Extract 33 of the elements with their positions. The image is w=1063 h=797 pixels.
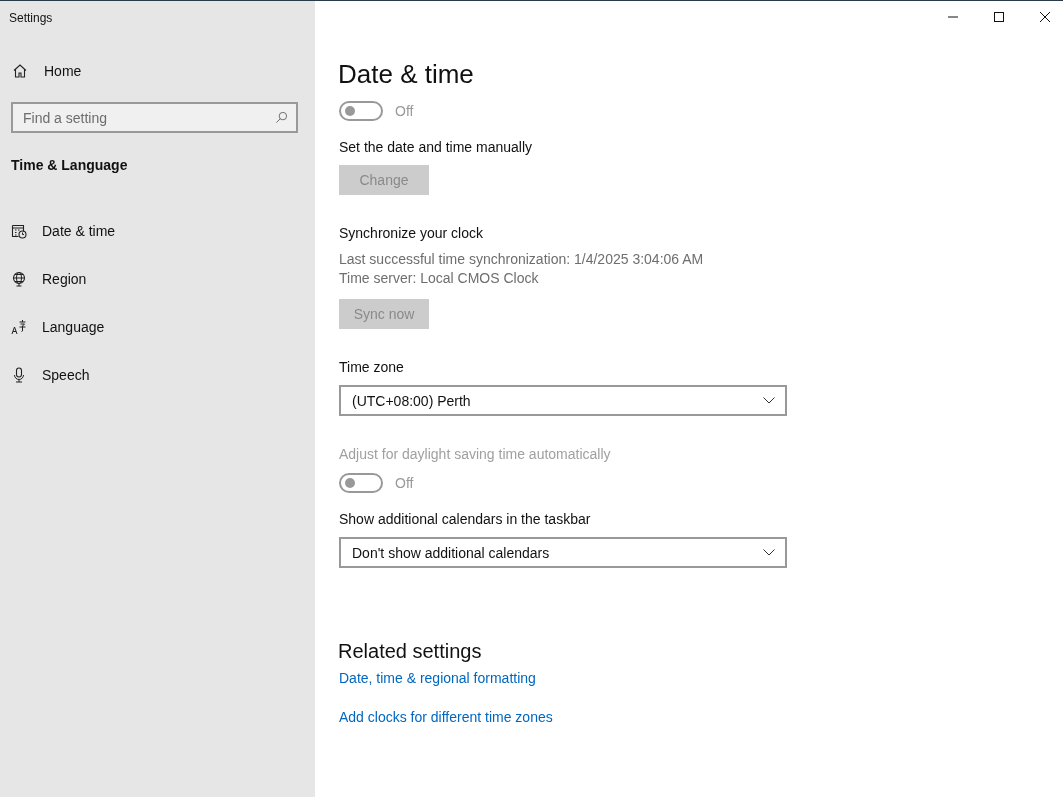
page-title: Date & time [338, 58, 474, 91]
nav-item[interactable]: Speech [11, 351, 90, 399]
settings-link[interactable]: Date, time & regional formatting [339, 668, 536, 688]
info-text: Last successful time synchronization: 1/4/2025 3:04:06 AM [339, 250, 704, 269]
toggle-state-label: Off [395, 475, 414, 491]
setting-label: Time zone [339, 358, 404, 377]
nav-item[interactable]: Region [11, 255, 87, 303]
search-icon [275, 111, 288, 124]
close-icon[interactable] [1040, 12, 1050, 22]
section-title: Time & Language [11, 157, 128, 173]
globe-icon [11, 271, 27, 287]
dropdown[interactable]: Don't show additional calendars [339, 537, 787, 568]
settings-link[interactable]: Add clocks for different time zones [339, 707, 553, 727]
setting-label: Set the date and time manually [339, 138, 532, 157]
dropdown[interactable]: (UTC+08:00) Perth [339, 385, 787, 416]
section-heading: Related settings [338, 639, 482, 664]
home-icon [12, 63, 28, 79]
setting-label: Adjust for daylight saving time automatically [339, 445, 611, 464]
maximize-icon[interactable] [994, 12, 1004, 22]
toggle-state-label: Off [395, 103, 414, 119]
nav-item[interactable]: Date & time [11, 207, 116, 255]
home-nav-item[interactable]: Home [12, 63, 82, 79]
nav-item[interactable]: Language [11, 303, 105, 351]
language-icon [11, 319, 27, 335]
search-field[interactable]: Find a setting [11, 102, 298, 133]
chevron-icon [763, 397, 775, 404]
chevron-icon [763, 549, 775, 556]
setting-label: Show additional calendars in the taskbar [339, 510, 591, 529]
microphone-icon [11, 367, 27, 383]
calendar-clock-icon [11, 223, 27, 239]
window-title: Settings [9, 11, 53, 25]
setting-label: Synchronize your clock [339, 224, 483, 243]
info-text: Time server: Local CMOS Clock [339, 269, 539, 288]
